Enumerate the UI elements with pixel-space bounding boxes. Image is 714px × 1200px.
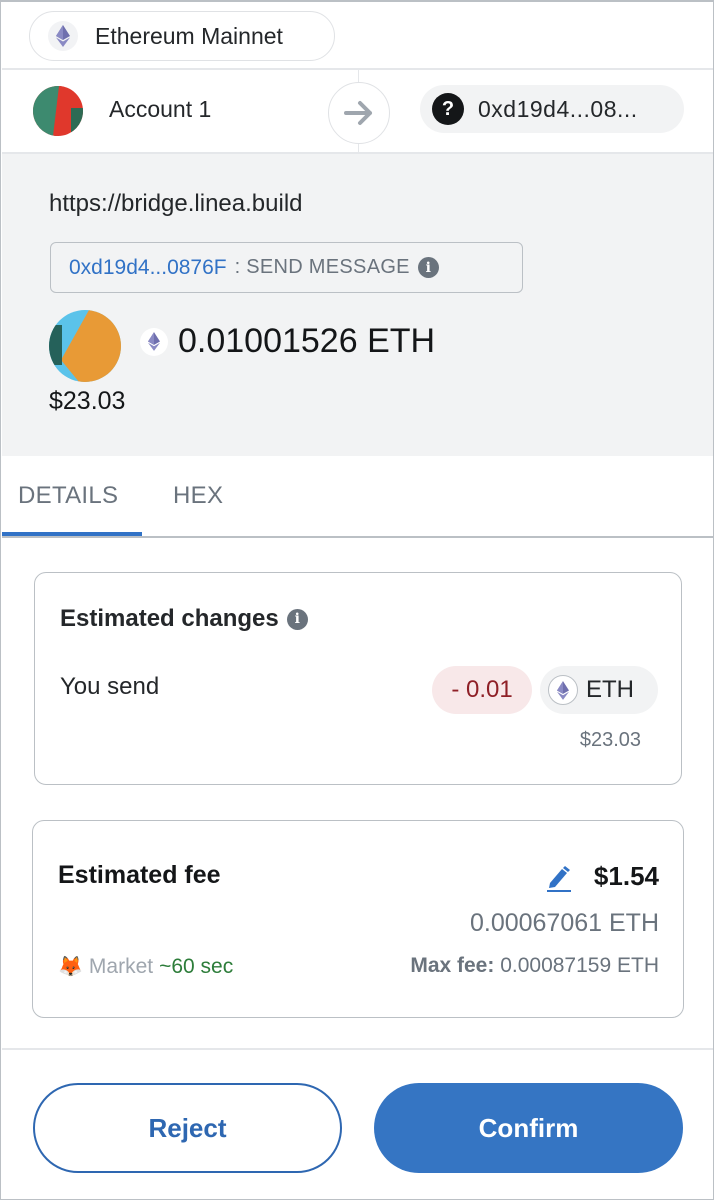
- info-icon[interactable]: i: [417, 257, 439, 278]
- send-fiat-amount: $23.03: [579, 729, 641, 751]
- ethereum-icon: [548, 675, 578, 705]
- arrow-right-icon: [328, 82, 390, 144]
- contract-address-link[interactable]: 0xd19d4...0876F: [69, 256, 227, 280]
- account-row: Account 1 ? 0xd19d4...08...: [2, 70, 713, 154]
- gas-speed[interactable]: 🦊 Market ~60 sec: [58, 954, 233, 979]
- estimated-changes-title: Estimated changes i: [60, 605, 308, 633]
- fox-icon: 🦊: [58, 956, 83, 978]
- gas-speed-time: ~60 sec: [159, 954, 234, 978]
- estimated-fee-title: Estimated fee: [58, 861, 221, 889]
- fee-fiat: $1.54: [593, 861, 659, 891]
- confirm-transaction-window: Ethereum Mainnet Account 1 ? 0xd19d4...0…: [0, 0, 714, 1200]
- network-bar: Ethereum Mainnet: [2, 4, 713, 70]
- contract-avatar: [49, 310, 121, 382]
- question-icon: ?: [432, 93, 464, 125]
- transaction-summary: https://bridge.linea.build 0xd19d4...087…: [2, 154, 713, 456]
- max-fee-label: Max fee:: [410, 954, 495, 977]
- transaction-amount: 0.01001526 ETH: [178, 322, 436, 360]
- tab-details[interactable]: DETAILS: [18, 482, 118, 510]
- network-name: Ethereum Mainnet: [95, 22, 283, 49]
- recipient-address[interactable]: ? 0xd19d4...08...: [420, 85, 684, 133]
- recipient-address-text: 0xd19d4...08...: [478, 95, 638, 122]
- ethereum-icon: [48, 21, 78, 51]
- reject-button[interactable]: Reject: [33, 1083, 342, 1173]
- max-fee-value: 0.00087159 ETH: [500, 954, 659, 977]
- contract-method-box: 0xd19d4...0876F : SEND MESSAGE i: [50, 242, 523, 293]
- confirm-button[interactable]: Confirm: [374, 1083, 683, 1173]
- transaction-fiat-amount: $23.03: [49, 387, 126, 415]
- estimated-changes-card: Estimated changes i You send - 0.01 ETH …: [34, 572, 682, 785]
- network-selector[interactable]: Ethereum Mainnet: [29, 11, 335, 61]
- gas-speed-label: Market: [88, 954, 154, 978]
- account-avatar[interactable]: [33, 86, 83, 136]
- estimated-fee-card: Estimated fee $1.54 0.00067061 ETH 🦊 Mar…: [32, 820, 684, 1018]
- pencil-icon: [547, 866, 571, 892]
- estimated-changes-heading: Estimated changes: [60, 605, 279, 632]
- edit-gas-button[interactable]: [545, 863, 573, 893]
- footer-divider: [2, 1048, 713, 1050]
- tab-bar: DETAILS HEX: [2, 456, 713, 538]
- tab-hex[interactable]: HEX: [173, 482, 223, 510]
- ethereum-icon: [140, 327, 168, 356]
- max-fee: Max fee: 0.00087159 ETH: [410, 954, 659, 978]
- send-amount-badge: - 0.01: [432, 666, 532, 714]
- info-icon[interactable]: i: [286, 608, 308, 630]
- method-name: SEND MESSAGE: [246, 256, 410, 278]
- site-origin: https://bridge.linea.build: [49, 190, 303, 217]
- token-pill[interactable]: ETH: [540, 666, 658, 714]
- account-name: Account 1: [109, 96, 212, 122]
- separator: :: [234, 256, 241, 278]
- fee-eth: 0.00067061 ETH: [469, 909, 659, 937]
- active-tab-indicator: [2, 532, 142, 536]
- token-symbol: ETH: [586, 676, 634, 703]
- you-send-label: You send: [60, 673, 160, 700]
- amount-row: 0.01001526 ETH: [140, 322, 435, 361]
